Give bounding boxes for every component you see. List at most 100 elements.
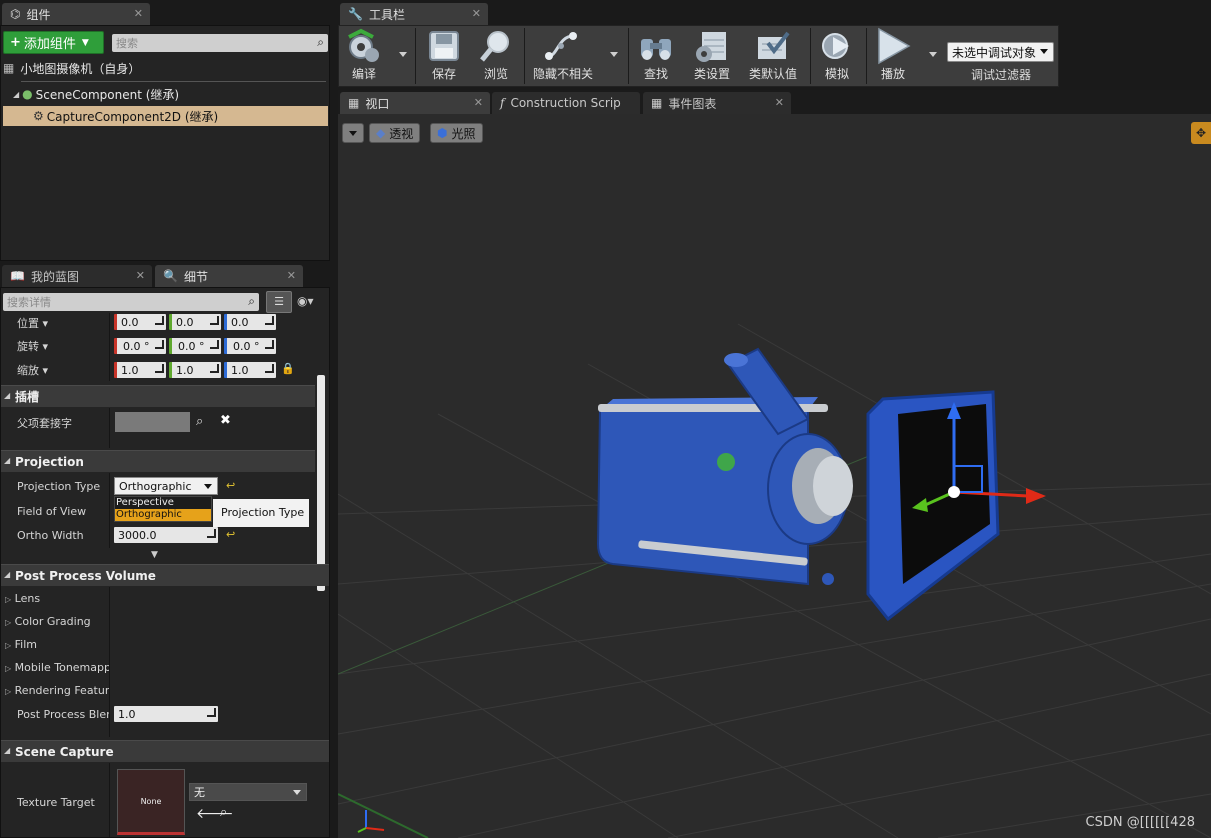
column-divider [109,763,110,837]
browse-icon[interactable]: ⌕ [220,805,227,820]
expand-advanced-icon[interactable]: ▼ [151,550,158,560]
simulate-button[interactable]: 模拟 [815,27,859,85]
details-search-input[interactable]: 搜索详情 ⌕ [3,293,259,311]
component-search-input[interactable]: 搜索 ⌕ [112,34,328,52]
texture-target-label: Texture Target [17,796,95,809]
clear-icon[interactable]: ✖ [220,413,231,428]
scale-y-field[interactable]: 1.0 [169,362,221,378]
column-divider [109,473,110,548]
option-perspective[interactable]: Perspective [115,497,211,509]
location-y-field[interactable]: 0.0 [169,314,221,330]
tab-my-blueprint[interactable]: 📖 我的蓝图 ✕ [2,265,152,287]
rotation-z-field[interactable]: 0.0 ° [224,338,276,354]
compile-button[interactable]: 编译 [342,27,386,85]
class-settings-button[interactable]: 类设置 [690,27,734,85]
texture-thumbnail-label: None [140,796,162,806]
toolbar-separator [628,28,629,84]
close-icon[interactable]: ✕ [474,96,483,109]
eye-icon[interactable]: ◉▾ [297,294,314,308]
add-component-button[interactable]: + 添加组件 ▼ [3,31,104,54]
ortho-width-field[interactable]: 3000.0 [114,527,218,543]
post-process-item[interactable]: ▷ Lens [5,592,40,605]
reset-default-icon[interactable]: ↩ [226,479,235,492]
close-icon[interactable]: ✕ [287,269,296,282]
lighting-sphere-icon: ⬢ [437,126,448,140]
option-orthographic[interactable]: Orthographic [115,509,211,521]
compile-label: 编译 [351,67,376,81]
ortho-width-label: Ortho Width [17,529,84,542]
viewport-camera-speed-icon[interactable]: ✥ [1191,122,1211,144]
hide-unrelated-button[interactable]: 隐藏不相关 [530,27,596,85]
tab-event-graph[interactable]: ▦ 事件图表 ✕ [643,92,791,114]
close-icon[interactable]: ✕ [136,269,145,282]
tree-item-scene-component[interactable]: ◢ ● SceneComponent (继承) [3,84,328,104]
scale-x-field[interactable]: 1.0 [114,362,166,378]
section-socket[interactable]: ◢ 插槽 [1,385,315,407]
tab-viewport[interactable]: ▦ 视口 ✕ [340,92,490,114]
post-process-item[interactable]: ▷ Rendering Feature [5,684,109,697]
graph-icon: ▦ [651,96,663,110]
section-post-process[interactable]: ◢ Post Process Volume [1,564,329,586]
tree-item-label: SceneComponent (继承) [35,87,180,102]
section-scene-capture[interactable]: ◢ Scene Capture [1,740,329,762]
lock-icon[interactable]: 🔒 [281,362,295,375]
location-x-field[interactable]: 0.0 [114,314,166,330]
rotation-label: 旋转 ▾ [17,340,49,353]
close-icon[interactable]: ✕ [775,96,784,109]
texture-target-select[interactable]: 无 [189,783,307,801]
tab-construction-script[interactable]: f Construction Scrip [492,92,640,114]
post-process-item[interactable]: ▷ Film [5,638,37,651]
viewport-options-button[interactable] [342,123,364,143]
section-projection[interactable]: ◢ Projection [1,450,315,472]
post-process-blend-field[interactable]: 1.0 [114,706,218,722]
location-z-field[interactable]: 0.0 [224,314,276,330]
use-selected-arrow-icon[interactable]: 🡐 [196,805,234,822]
component-icon: ⌬ [10,7,21,21]
save-button[interactable]: 保存 [422,27,466,85]
reset-default-icon[interactable]: ↩ [226,528,235,541]
list-view-button[interactable]: ☰ [266,291,292,313]
class-defaults-button[interactable]: 类默认值 [745,27,801,85]
perspective-button[interactable]: ◆ 透视 [369,123,421,143]
tab-toolbar[interactable]: 🔧 工具栏 ✕ [340,3,488,25]
tab-details[interactable]: 🔍 细节 ✕ [155,265,303,287]
texture-thumbnail[interactable]: None [117,769,185,835]
viewport[interactable]: ◆ 透视 ⬢ 光照 ✥ CSDN @[[[[[[428 [338,114,1211,838]
browse-button[interactable]: 浏览 [474,27,518,85]
compile-dropdown-icon[interactable] [399,52,407,57]
lighting-button[interactable]: ⬢ 光照 [430,123,483,143]
post-process-item[interactable]: ▷ Mobile Tonemapp [5,661,109,674]
details-scrollbar[interactable] [317,375,325,591]
tab-event-graph-label: 事件图表 [668,96,717,111]
plus-icon: + [10,35,21,50]
tab-components[interactable]: ⌬ 组件 ✕ [2,3,150,25]
play-button[interactable]: 播放 [870,27,916,85]
collapse-triangle-icon: ◢ [4,746,11,755]
rotation-x-field[interactable]: 0.0 ° [114,338,166,354]
camera-model[interactable] [596,347,1000,622]
class-settings-icon [692,27,732,65]
tab-my-blueprint-label: 我的蓝图 [30,269,79,284]
expand-triangle-icon: ▷ [5,618,12,627]
post-process-item[interactable]: ▷ Color Grading [5,615,91,628]
tree-item-capture-component[interactable]: ⚙ CaptureComponent2D (继承) [3,106,328,126]
rotation-y-field[interactable]: 0.0 ° [169,338,221,354]
browse-socket-icon[interactable]: ⌕ [196,414,203,429]
details-panel: 搜索详情 ⌕ ☰ ◉▾ 位置 ▾ 0.0 0.0 0.0 旋转 ▾ 0.0 ° … [0,287,330,838]
component-root[interactable]: ▦ 小地图摄像机（自身） [3,58,140,78]
parent-socket-field[interactable] [115,412,190,432]
chevron-down-icon [204,484,212,489]
scale-z-field[interactable]: 1.0 [224,362,276,378]
close-icon[interactable]: ✕ [472,7,481,20]
section-post-process-label: Post Process Volume [15,568,156,583]
projection-type-select[interactable]: Orthographic [114,477,218,495]
close-icon[interactable]: ✕ [134,7,143,20]
debug-filter-label: 调试过滤器 [971,68,1032,82]
scale-label: 缩放 ▾ [17,364,49,377]
debug-object-select[interactable]: 未选中调试对象 [947,42,1054,62]
hide-unrelated-dropdown-icon[interactable] [610,52,618,57]
play-dropdown-icon[interactable] [929,52,937,57]
simulate-icon [817,27,857,65]
hide-unrelated-label: 隐藏不相关 [532,67,593,81]
find-button[interactable]: 查找 [634,27,678,85]
